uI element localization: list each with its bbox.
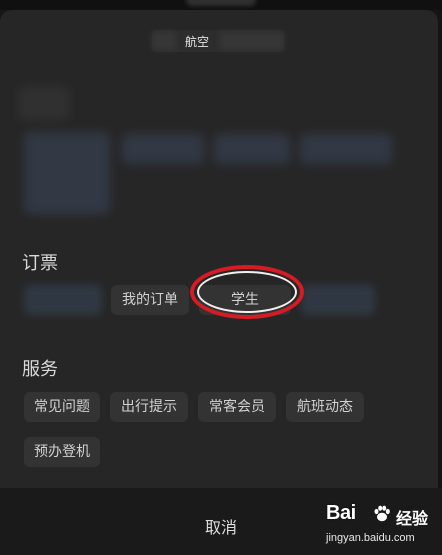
title-blur-left: [152, 32, 176, 50]
baidu-jingyan-watermark: Bai 经验 jingyan.baidu.com: [324, 498, 436, 550]
sheet-title-text: 航空: [185, 35, 210, 49]
blurred-text-line-2: [214, 134, 290, 164]
travel-tips-chip[interactable]: 出行提示: [110, 392, 188, 422]
flight-status-chip[interactable]: 航班动态: [286, 392, 364, 422]
title-blur-right: [220, 32, 284, 50]
watermark-logo: Bai: [326, 502, 356, 524]
blurred-app-card: [18, 82, 408, 222]
my-orders-chip[interactable]: 我的订单: [111, 285, 189, 315]
blurred-app-block: [24, 132, 110, 214]
faq-chip[interactable]: 常见问题: [24, 392, 100, 422]
status-bar-blur: [186, 0, 256, 6]
cancel-button[interactable]: 取消: [196, 514, 246, 538]
booking-section-label: 订票: [22, 253, 58, 274]
status-bar: [0, 0, 442, 10]
blurred-app-icon: [18, 86, 70, 120]
paw-icon: [374, 505, 390, 522]
pre-checkin-chip[interactable]: 预办登机: [24, 437, 100, 467]
sheet-edge: [438, 10, 442, 488]
sheet-title: 航空: [152, 30, 284, 52]
booking-chip-blurred-right[interactable]: [301, 285, 375, 315]
blurred-text-line-3: [300, 134, 392, 164]
watermark-text: 经验: [396, 509, 429, 528]
services-section-label: 服务: [22, 359, 58, 380]
frequent-flyer-chip[interactable]: 常客会员: [198, 392, 276, 422]
blurred-text-line-1: [122, 134, 204, 164]
watermark-url: jingyan.baidu.com: [326, 532, 415, 544]
highlight-ring-inner: [197, 271, 297, 313]
booking-chip-blurred-left[interactable]: [24, 285, 102, 315]
